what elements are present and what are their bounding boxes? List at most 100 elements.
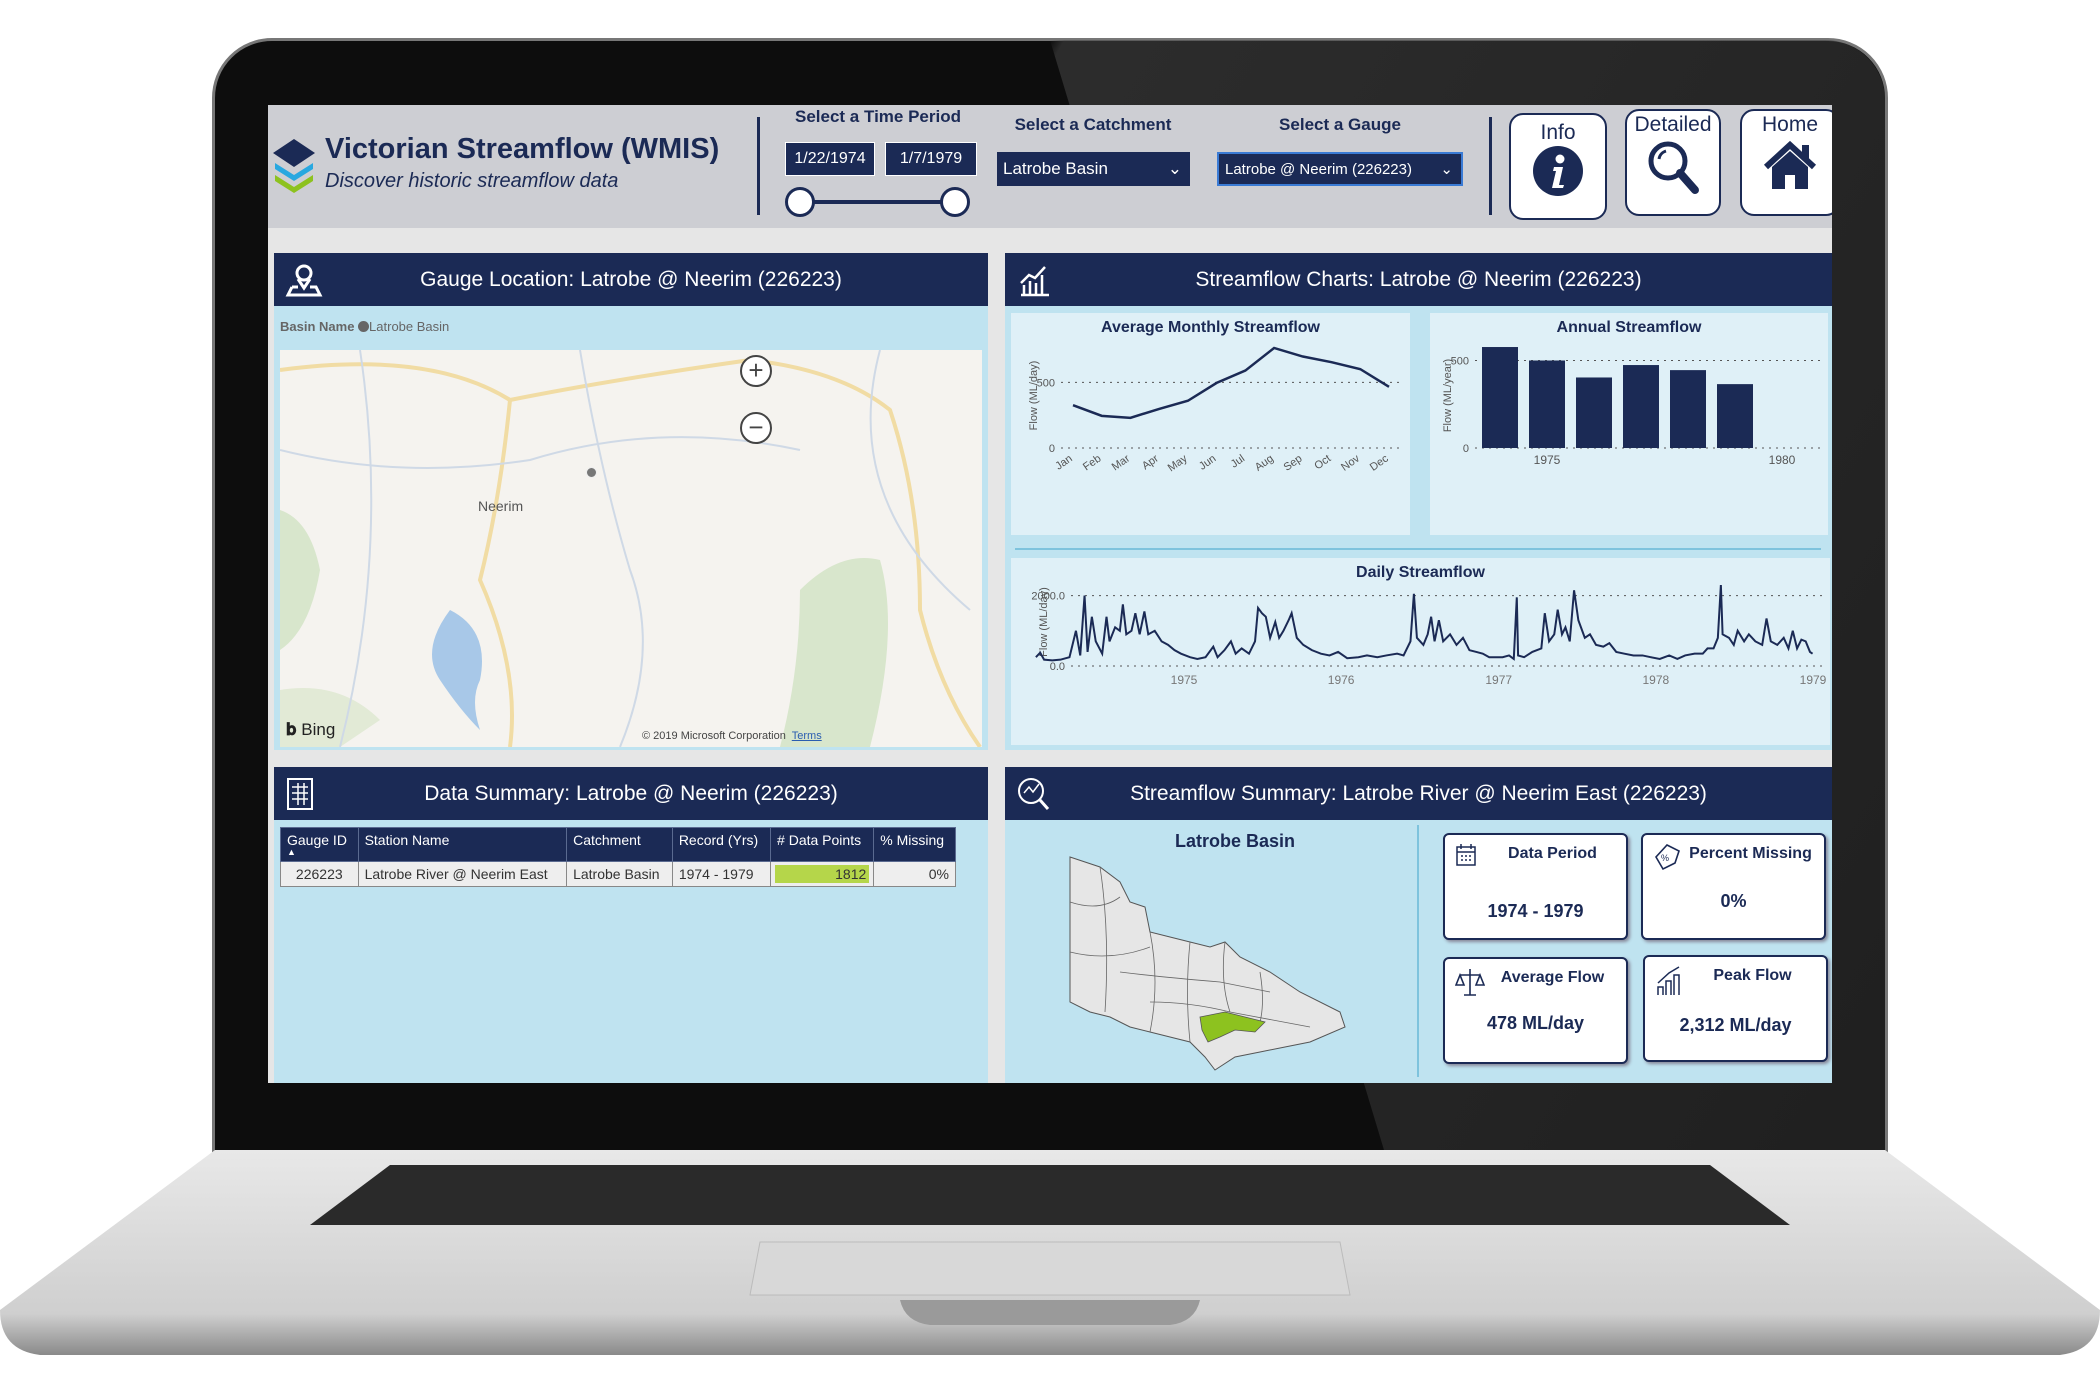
card-label: Percent Missing	[1689, 845, 1812, 862]
data-summary-header: Data Summary: Latrobe @ Neerim (226223)	[274, 767, 988, 820]
bing-icon: 𝐛	[286, 720, 297, 739]
home-button-label: Home	[1761, 113, 1819, 136]
x-tick-label: Jun	[1197, 453, 1218, 473]
streamflow-summary-panel: Streamflow Summary: Latrobe River @ Neer…	[1005, 767, 1832, 1083]
x-tick-label: 1978	[1643, 673, 1670, 687]
x-tick-label: 1977	[1485, 673, 1512, 687]
catchment-dropdown[interactable]: Latrobe Basin ⌄	[997, 152, 1190, 186]
annual-chart: Annual Streamflow 0 500 Flow (ML/year) 1975…	[1430, 313, 1828, 535]
x-tick-label: Aug	[1253, 453, 1276, 474]
data-summary-table: Gauge ID ▲ Station Name Catchment Record …	[280, 827, 956, 887]
monthly-chart-svg: 0500Flow (ML/day)Jan Feb Mar Apr May Jun Jul Au…	[1028, 346, 1401, 474]
terms-link[interactable]: Terms	[792, 730, 822, 742]
data-summary-title: Data Summary: Latrobe @ Neerim (226223)	[424, 781, 838, 805]
y-axis-label: Flow (ML/day)	[1028, 361, 1040, 431]
dashboard-screen: Victorian Streamflow (WMIS) Discover his…	[268, 105, 1832, 1083]
x-tick-label: 1979	[1800, 673, 1827, 687]
annual-chart-title: Annual Streamflow	[1556, 319, 1702, 336]
percent-missing-card: % Percent Missing 0%	[1641, 833, 1826, 940]
bar-chart-icon	[1020, 266, 1049, 297]
daily-chart: Daily Streamflow 0.0 2000.0 Flow (ML/day) 1…	[1011, 558, 1830, 745]
annual-bar	[1529, 360, 1565, 448]
x-tick-label: Dec	[1368, 452, 1391, 473]
daily-series-line	[1035, 584, 1814, 662]
annual-bar	[1482, 347, 1518, 448]
card-label: Average Flow	[1500, 969, 1605, 986]
zoom-in-button[interactable]: +	[740, 355, 772, 387]
data-period-card: Data Period 1974 - 1979	[1443, 833, 1628, 940]
cell-data-points: 1812	[770, 861, 875, 887]
zoom-out-button[interactable]: −	[740, 412, 772, 444]
column-header[interactable]: # Data Points	[770, 827, 875, 862]
column-header[interactable]: % Missing	[873, 827, 956, 862]
card-value: 2,312 ML/day	[1679, 1015, 1792, 1035]
spreadsheet-icon	[287, 778, 313, 810]
x-tick-label: Oct	[1312, 453, 1333, 473]
catchment-label: Select a Catchment	[1014, 115, 1172, 134]
x-tick-label: Nov	[1339, 452, 1362, 473]
legend-item: Latrobe Basin	[369, 319, 450, 334]
detailed-button[interactable]: Detailed	[1625, 109, 1721, 216]
gauge-dropdown[interactable]: Latrobe @ Neerim (226223) ⌄	[1217, 152, 1463, 186]
minus-icon: −	[748, 412, 764, 442]
x-tick-label: May	[1166, 452, 1190, 474]
start-date-slider-handle[interactable]	[785, 187, 815, 217]
column-header[interactable]: Station Name	[357, 827, 568, 862]
annual-bar	[1717, 384, 1753, 448]
monthly-series-line	[1072, 346, 1390, 420]
gauge-marker[interactable]	[586, 467, 597, 478]
x-tick-label: Apr	[1140, 452, 1161, 472]
app-title: Victorian Streamflow (WMIS)	[325, 133, 720, 165]
column-header[interactable]: Record (Yrs)	[671, 827, 772, 862]
column-header[interactable]: Catchment	[566, 827, 673, 862]
info-button[interactable]: Info	[1509, 113, 1607, 220]
gauge-value: Latrobe @ Neerim (226223)	[1225, 160, 1412, 178]
table-header-row: Gauge ID ▲ Station Name Catchment Record …	[280, 827, 956, 862]
chevron-down-icon: ⌄	[1440, 161, 1453, 178]
info-icon	[1533, 146, 1583, 196]
x-tick-label: 1980	[1769, 453, 1796, 467]
monthly-chart-title: Average Monthly Streamflow	[1100, 319, 1320, 336]
card-label: Peak Flow	[1713, 967, 1792, 984]
map-copyright: © 2019 Microsoft Corporation Terms	[642, 730, 822, 742]
cell-record: 1974 - 1979	[671, 861, 772, 887]
gauge-map[interactable]: Neerim + − 𝐛 Bing © 2019 Microsoft Corpo…	[280, 350, 982, 747]
gauge-location-header: Gauge Location: Latrobe @ Neerim (226223…	[274, 253, 988, 306]
plus-icon: +	[748, 355, 764, 385]
annual-bar	[1623, 365, 1659, 448]
annual-bar	[1670, 370, 1706, 448]
legend-marker	[358, 321, 370, 332]
victoria-basin-map[interactable]	[1060, 852, 1360, 1077]
summary-divider	[1417, 825, 1419, 1077]
x-tick-label: Feb	[1081, 453, 1103, 474]
app-subtitle: Discover historic streamflow data	[325, 170, 619, 192]
cell-gauge-id: 226223	[280, 861, 359, 887]
end-date-input[interactable]: 1/7/1979	[885, 142, 977, 176]
x-tick-label: Sep	[1282, 453, 1305, 474]
x-tick-label: 1975	[1534, 453, 1561, 467]
detailed-button-label: Detailed	[1634, 113, 1712, 136]
cell-missing: 0%	[873, 861, 956, 887]
table-row[interactable]: 226223 Latrobe River @ Neerim East Latro…	[280, 861, 956, 887]
header-divider	[757, 117, 760, 215]
gauge-location-title: Gauge Location: Latrobe @ Neerim (226223…	[420, 267, 842, 291]
basin-title: Latrobe Basin	[1174, 831, 1296, 851]
annual-chart-svg: 0500Flow (ML/year)1975 1980	[1442, 347, 1820, 467]
map-basemap	[280, 350, 982, 747]
start-date-input[interactable]: 1/22/1974	[785, 142, 875, 176]
daily-chart-svg: 0.02000.0Flow (ML/day)1975 1976 1977 1978 19…	[1031, 584, 1827, 687]
card-value: 1974 - 1979	[1487, 901, 1584, 921]
bing-label: Bing	[301, 720, 336, 739]
monthly-chart: Average Monthly Streamflow 0 500 Flow (ML/…	[1011, 313, 1410, 535]
date-slider-track[interactable]	[800, 200, 956, 204]
laptop-base	[0, 1150, 2100, 1355]
gauge-label: Select a Gauge	[1279, 115, 1401, 134]
analytics-search-icon	[1018, 778, 1050, 810]
home-button[interactable]: Home	[1740, 109, 1832, 216]
end-date-slider-handle[interactable]	[940, 187, 970, 217]
balance-scale-icon	[1455, 969, 1485, 996]
x-tick-label: 1976	[1328, 673, 1355, 687]
percent-tag-icon: %	[1655, 844, 1680, 871]
svg-text:%: %	[1661, 853, 1669, 863]
column-header[interactable]: Gauge ID ▲	[280, 827, 359, 862]
